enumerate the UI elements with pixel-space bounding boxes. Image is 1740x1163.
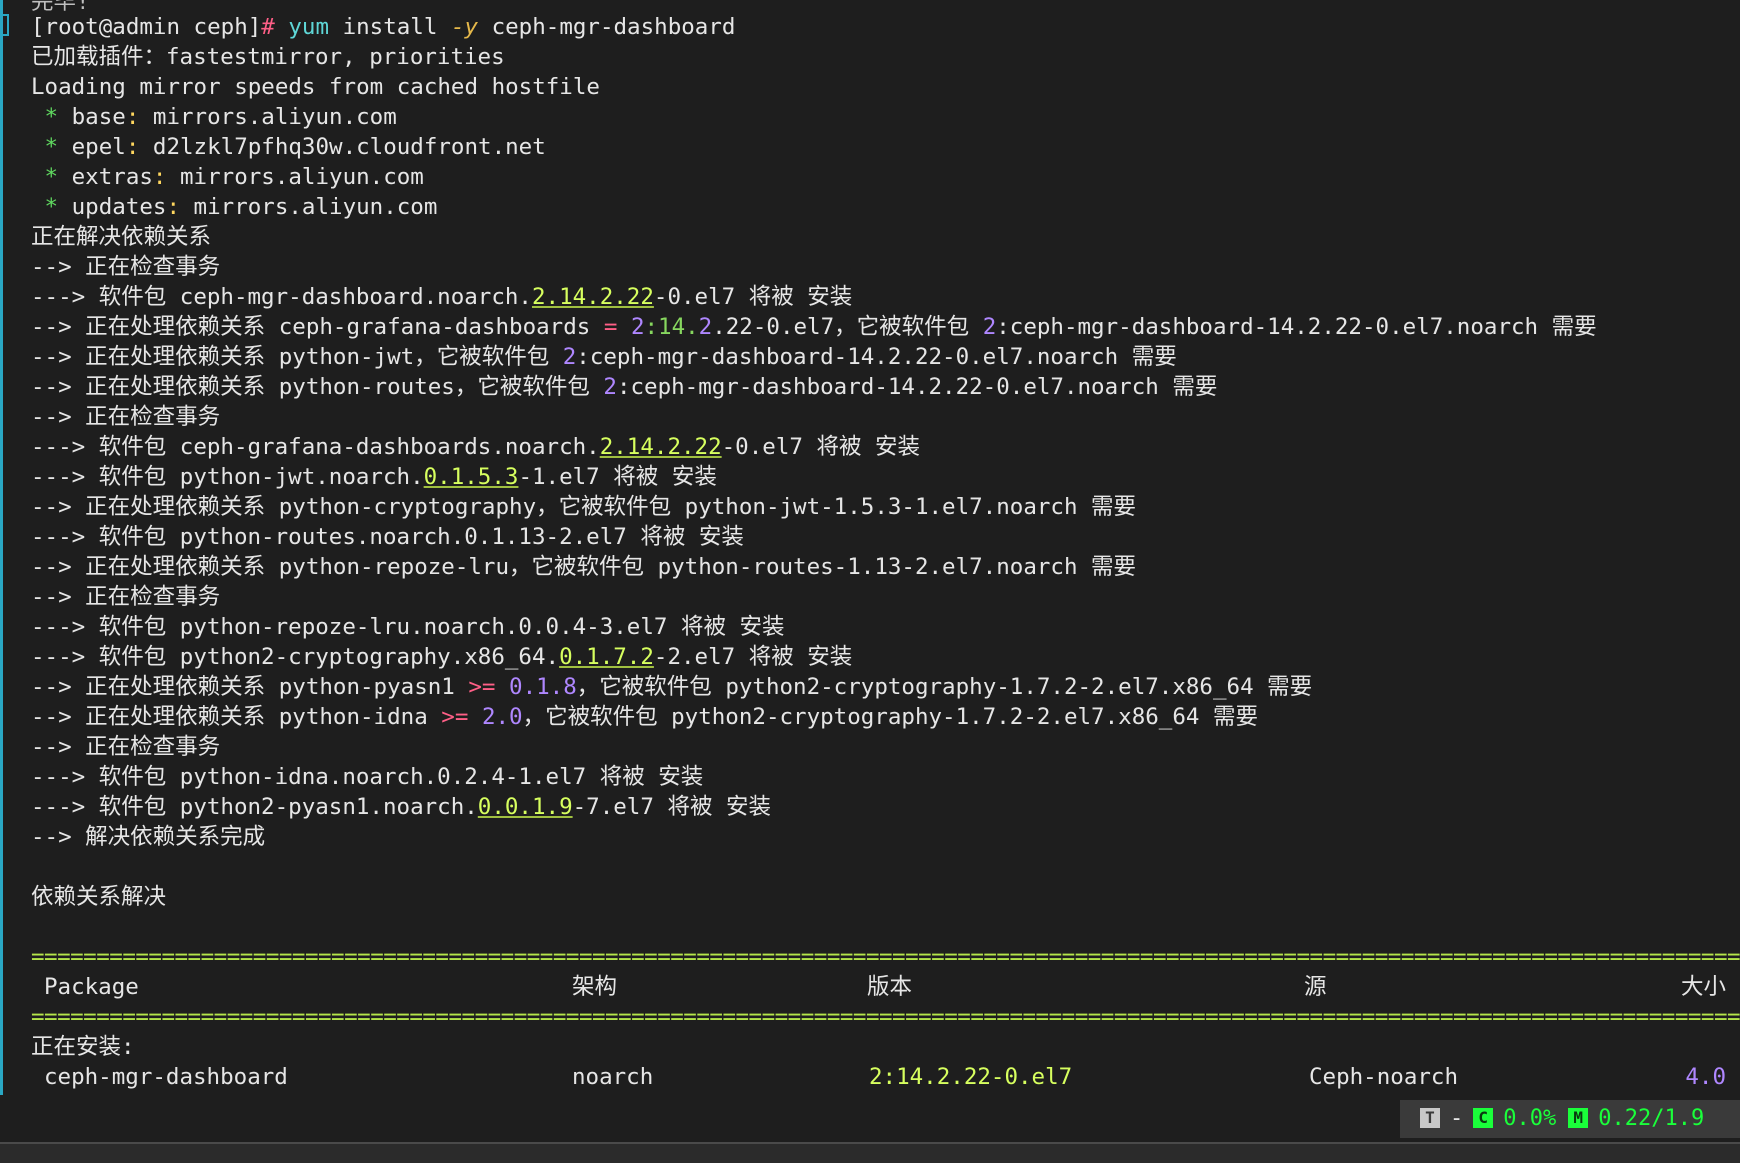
- row-arch: noarch: [572, 1064, 654, 1090]
- terminal-bottom-area: [0, 1095, 1400, 1142]
- terminal-gutter: [0, 0, 3, 1095]
- output-line: 正在解决依赖关系: [31, 224, 212, 250]
- mirror-line: * updates: mirrors.aliyun.com: [44, 194, 438, 220]
- output-line: Loading mirror speeds from cached hostfi…: [31, 74, 600, 100]
- table-row: ceph-mgr-dashboard noarch 2:14.2.22-0.el…: [31, 1062, 1740, 1092]
- prompt-user-host: [root@admin ceph]: [31, 14, 262, 40]
- row-repo: Ceph-noarch: [1309, 1064, 1459, 1090]
- package-line: ---> 软件包 python-jwt.noarch.0.1.5.3-1.el7…: [31, 464, 717, 490]
- package-line: ---> 软件包 ceph-mgr-dashboard.noarch.2.14.…: [31, 284, 853, 310]
- terminal-window[interactable]: 完毕! [root@admin ceph]# yum install -y ce…: [0, 0, 1740, 1095]
- cpu-usage: 0.0%: [1503, 1106, 1557, 1131]
- column-header-arch: 架构: [572, 974, 618, 1000]
- memory-badge-icon: M: [1568, 1107, 1589, 1128]
- memory-usage: 0.22/1.9: [1598, 1106, 1705, 1131]
- dependency-line: --> 正在处理依赖关系 python-pyasn1 >= 0.1.8，它被软件…: [31, 674, 1313, 700]
- mirror-line: * epel: d2lzkl7pfhq30w.cloudfront.net: [44, 134, 546, 160]
- package-line: ---> 软件包 python-idna.noarch.0.2.4-1.el7 …: [31, 764, 704, 790]
- output-line: --> 正在检查事务: [31, 404, 221, 430]
- command-name: yum: [288, 14, 330, 40]
- command-line[interactable]: [root@admin ceph]# yum install -y ceph-m…: [31, 12, 1740, 42]
- table-rule-top: ========================================…: [31, 944, 1740, 970]
- cpu-badge-icon: C: [1473, 1107, 1494, 1128]
- column-header-size: 大小: [1680, 974, 1726, 1000]
- status-separator: -: [1450, 1106, 1464, 1131]
- mirror-line: * base: mirrors.aliyun.com: [44, 104, 397, 130]
- column-header-repo: 源: [1304, 974, 1327, 1000]
- status-bar: T - C 0.0% M 0.22/1.9: [1400, 1100, 1740, 1138]
- installing-label: 正在安装:: [31, 1034, 135, 1060]
- package-line: ---> 软件包 python2-cryptography.x86_64.0.1…: [31, 644, 853, 670]
- table-header: Package 架构 版本 源 大小: [31, 972, 1740, 1002]
- output-line: --> 正在检查事务: [31, 734, 221, 760]
- output-line: 依赖关系解决: [31, 884, 167, 910]
- row-version: 2:14.2.22-0.el7: [869, 1064, 1073, 1090]
- window-bottom-edge: [0, 1142, 1740, 1163]
- package-line: ---> 软件包 ceph-grafana-dashboards.noarch.…: [31, 434, 921, 460]
- output-line: 已加载插件：fastestmirror, priorities: [31, 44, 505, 70]
- row-package: ceph-mgr-dashboard: [44, 1064, 288, 1090]
- cutoff-line: 完毕!: [31, 0, 1740, 12]
- dependency-line: --> 正在处理依赖关系 python-cryptography，它被软件包 p…: [31, 494, 1137, 520]
- terminal-output: 完毕! [root@admin ceph]# yum install -y ce…: [31, 0, 1740, 1092]
- tmux-badge-icon: T: [1420, 1107, 1440, 1128]
- prompt-hash: #: [261, 14, 275, 40]
- table-rule-bottom: ========================================…: [31, 1004, 1740, 1030]
- column-header-package: Package: [44, 974, 139, 1000]
- column-header-version: 版本: [867, 974, 913, 1000]
- dependency-line: --> 正在处理依赖关系 python-routes，它被软件包 2:ceph-…: [31, 374, 1218, 400]
- dependency-line: --> 正在处理依赖关系 python-idna >= 2.0，它被软件包 py…: [31, 704, 1258, 730]
- package-line: ---> 软件包 python2-pyasn1.noarch.0.0.1.9-7…: [31, 794, 771, 820]
- output-line: --> 解决依赖关系完成: [31, 824, 266, 850]
- package-line: ---> 软件包 python-repoze-lru.noarch.0.0.4-…: [31, 614, 785, 640]
- output-line: --> 正在检查事务: [31, 584, 221, 610]
- dependency-line: --> 正在处理依赖关系 ceph-grafana-dashboards = 2…: [31, 314, 1597, 340]
- row-size: 4.0: [1685, 1064, 1726, 1090]
- mirror-line: * extras: mirrors.aliyun.com: [44, 164, 424, 190]
- dependency-line: --> 正在处理依赖关系 python-jwt，它被软件包 2:ceph-mgr…: [31, 344, 1177, 370]
- command-flag: -y: [450, 14, 479, 40]
- package-line: ---> 软件包 python-routes.noarch.0.1.13-2.e…: [31, 524, 744, 550]
- prompt-marker-icon: [0, 14, 9, 36]
- dependency-line: --> 正在处理依赖关系 python-repoze-lru，它被软件包 pyt…: [31, 554, 1137, 580]
- output-line: --> 正在检查事务: [31, 254, 221, 280]
